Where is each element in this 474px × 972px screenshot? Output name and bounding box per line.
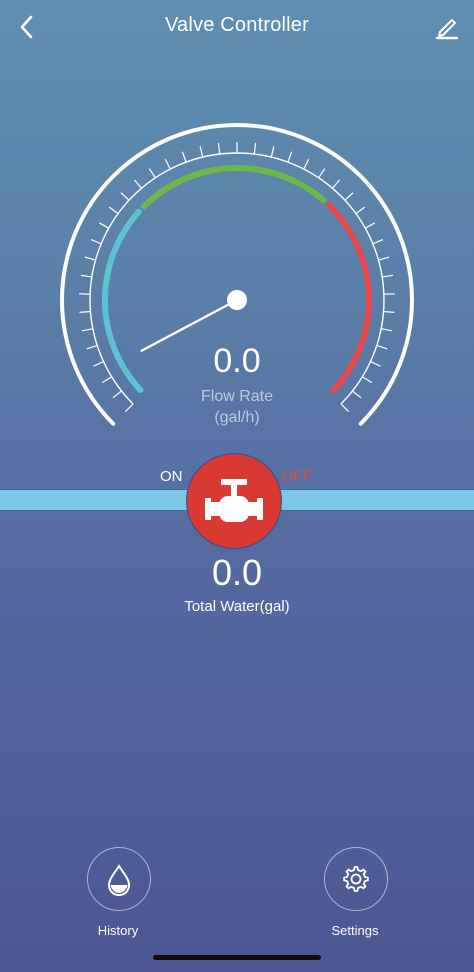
gauge-tick	[364, 222, 376, 229]
gauge-needle-hub	[227, 290, 247, 310]
edit-button[interactable]	[432, 12, 462, 42]
gauge-tick	[79, 310, 91, 313]
gauge-zone-mid	[139, 165, 328, 211]
settings-button[interactable]	[324, 847, 388, 911]
off-label: OFF	[282, 468, 312, 485]
history-label: History	[97, 923, 139, 938]
gauge-tick	[108, 206, 119, 215]
flow-rate-label-line1: Flow Rate	[200, 388, 274, 405]
gauge-tick	[270, 146, 275, 158]
gauge-tick	[164, 158, 171, 170]
gauge-tick	[332, 179, 341, 189]
valve-toggle-button[interactable]	[186, 453, 282, 549]
gear-icon	[343, 866, 369, 892]
gauge-tick	[372, 238, 384, 245]
gauge-tick	[120, 192, 130, 201]
settings-label: Settings	[331, 923, 379, 938]
gauge-tick	[217, 143, 221, 155]
gauge-tick	[84, 256, 96, 261]
gauge-tick	[199, 146, 204, 158]
home-indicator	[153, 955, 321, 960]
gauge-tick	[287, 151, 293, 163]
gauge-tick	[378, 256, 390, 261]
gauge-tick	[253, 143, 257, 155]
flow-rate-unit: (gal/h)	[214, 409, 260, 426]
water-drop-icon	[107, 864, 131, 897]
gauge-tick	[81, 328, 93, 332]
gauge-tick	[381, 328, 393, 332]
gauge-tick	[133, 179, 142, 189]
valve-icon	[205, 479, 263, 522]
gauge-tick	[344, 192, 354, 201]
page-title: Valve Controller	[164, 14, 309, 36]
gauge-tick	[355, 206, 366, 215]
total-water-label: Total Water(gal)	[184, 598, 290, 615]
gauge-tick	[148, 168, 156, 179]
gauge-tick	[98, 222, 110, 229]
gauge-tick	[318, 168, 326, 179]
flow-rate-label: Flow Rate (gal/h)	[0, 386, 474, 428]
gauge-tick	[303, 158, 310, 170]
gauge-tick	[383, 310, 395, 313]
on-label: ON	[160, 468, 183, 485]
history-button[interactable]	[87, 847, 151, 911]
gear-outline	[343, 866, 369, 892]
gauge-tick	[382, 274, 394, 278]
flow-rate-value: 0.0	[213, 342, 261, 380]
pencil-icon	[435, 19, 459, 40]
total-water-value: 0.0	[211, 552, 263, 593]
header-bar: Valve Controller	[0, 0, 474, 56]
gauge-tick	[181, 151, 187, 163]
gauge-tick	[80, 274, 92, 278]
gauge-tick	[90, 238, 102, 245]
